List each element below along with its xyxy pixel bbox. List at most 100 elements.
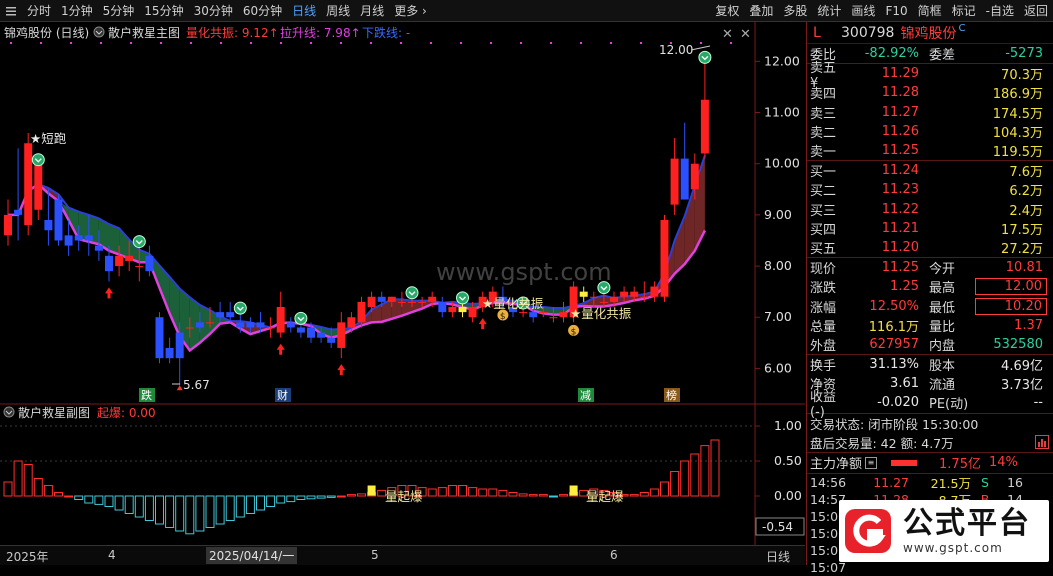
- period-tab-2[interactable]: 5分钟: [98, 0, 140, 22]
- sub-indicator-name[interactable]: 散户救星副图: [18, 405, 90, 420]
- candle-body: [589, 296, 598, 298]
- close-icon[interactable]: ✕: [722, 27, 733, 42]
- period-tab-8[interactable]: 月线: [355, 0, 389, 22]
- sub-bar: [13, 460, 23, 497]
- candle-body: [317, 332, 326, 338]
- period-tab-1[interactable]: 1分钟: [56, 0, 98, 22]
- ref-dot: [730, 42, 732, 44]
- candle-body: [559, 312, 568, 318]
- tool-button-9[interactable]: 返回: [1019, 0, 1053, 22]
- ref-dot: [220, 42, 222, 44]
- quote-row: 买二 11.23 6.2万: [807, 180, 1053, 199]
- buy-arrow-icon: [478, 318, 487, 330]
- burst-value: 起爆: 0.00: [97, 406, 156, 420]
- period-tab-6[interactable]: 日线: [287, 0, 321, 22]
- tool-button-4[interactable]: 画线: [846, 0, 880, 22]
- quote-value: 11.28: [881, 85, 919, 101]
- event-tag-label: 跌: [141, 388, 152, 402]
- site-logo: 公式平台 www.gspt.com: [839, 500, 1049, 562]
- candle-body: [347, 317, 356, 328]
- watermark: www.gspt.com: [436, 258, 612, 286]
- quote-label: 涨跌: [810, 281, 837, 297]
- collapse-icon[interactable]: [93, 26, 105, 38]
- price-tick-label: 9.00: [764, 207, 792, 222]
- quote-value: -5273: [1005, 46, 1043, 62]
- chart-mini-icon[interactable]: [1035, 434, 1049, 449]
- candle-body: [387, 296, 396, 302]
- ref-dot: [460, 42, 462, 44]
- ref-dot: [430, 42, 432, 44]
- quote-value: 17.5万: [1001, 222, 1043, 238]
- tool-button-2[interactable]: 多股: [778, 0, 812, 22]
- sub-bar: [488, 488, 498, 497]
- sub-bar: [64, 495, 74, 498]
- trade-status: 交易状态: 闭市阶段 15:30:00: [810, 416, 979, 432]
- sub-bar: [124, 495, 134, 514]
- signal-circle-icon: [294, 311, 308, 325]
- candle-body: [135, 266, 144, 268]
- sub-bar: [559, 494, 568, 497]
- signal-circle-icon: [233, 301, 247, 315]
- quote-label: 买五: [810, 241, 837, 257]
- sub-bar: [23, 464, 33, 497]
- quote-value: 3.61: [890, 376, 919, 392]
- sub-bar: [700, 445, 710, 497]
- sub-bar: [155, 495, 164, 525]
- candle-body: [256, 322, 265, 328]
- period-tab-0[interactable]: 分时: [22, 0, 56, 22]
- quote-value: 1.25: [890, 279, 919, 295]
- period-tab-3[interactable]: 15分钟: [139, 0, 188, 22]
- tool-button-7[interactable]: 标记: [947, 0, 981, 22]
- tool-button-5[interactable]: F10: [880, 0, 912, 22]
- main-indicator-name[interactable]: 散户救星主图: [108, 25, 180, 40]
- candle-body: [620, 291, 629, 297]
- candle-body: [216, 312, 225, 318]
- burst-annotation-1: 量起爆: [385, 489, 423, 504]
- tool-button-6[interactable]: 简框: [913, 0, 947, 22]
- period-label[interactable]: 日线: [766, 548, 790, 565]
- candle-body: [24, 143, 33, 226]
- sub-tick-label: 1.00: [774, 418, 802, 433]
- sub-bar: [245, 495, 255, 514]
- event-tag-label: 榜: [666, 388, 677, 402]
- main-flow-value: 1.75亿: [939, 457, 981, 473]
- candle-body: [145, 255, 154, 272]
- tool-button-3[interactable]: 统计: [812, 0, 846, 22]
- candle-body: [226, 312, 235, 318]
- kline-chart[interactable]: 锦鸡股份 (日线) 散户救星主图 量化共振: 9.12↑ 拉升线: 7.98↑ …: [0, 22, 805, 545]
- candle-body: [286, 322, 295, 328]
- min-price-label: 5.67: [183, 378, 210, 392]
- period-tab-7[interactable]: 周线: [321, 0, 355, 22]
- tool-button-8[interactable]: -自选: [981, 0, 1019, 22]
- stock-type-badge: C: [958, 23, 966, 34]
- candle-body: [428, 296, 437, 302]
- ref-dot: [640, 42, 642, 44]
- tool-button-0[interactable]: 复权: [710, 0, 744, 22]
- close-icon[interactable]: ✕: [740, 27, 751, 42]
- ref-dot: [610, 42, 612, 44]
- period-tab-4[interactable]: 30分钟: [189, 0, 238, 22]
- candle-body: [458, 307, 467, 313]
- candle-body: [4, 214, 12, 236]
- period-tab-5[interactable]: 60分钟: [238, 0, 287, 22]
- tool-button-1[interactable]: 叠加: [744, 0, 778, 22]
- quote-label: 买四: [810, 222, 837, 238]
- sub-bar: [3, 481, 13, 497]
- quote-value: -0.020: [877, 395, 919, 411]
- signal-circle-icon: [31, 153, 45, 167]
- quote-label: 卖三: [810, 106, 837, 122]
- ribbon-layer: [8, 155, 707, 353]
- lift-line-value: 拉升线: 7.98↑: [280, 25, 361, 40]
- menu-icon[interactable]: [0, 5, 22, 17]
- sub-collapse-icon[interactable]: [3, 406, 15, 418]
- signal-markers: $$: [31, 50, 712, 391]
- quote-value: 10.20: [975, 297, 1047, 315]
- quote-row: 买一 11.24 7.6万: [807, 161, 1053, 180]
- list-icon[interactable]: ≡: [865, 456, 878, 469]
- quote-label: 买一: [810, 165, 837, 181]
- quote-header: L 300798 锦鸡股份 C: [807, 22, 1053, 44]
- resonance-annotation-2: ★量化共振: [570, 306, 632, 321]
- period-tab-9[interactable]: 更多 ›: [389, 0, 432, 22]
- chart-area[interactable]: 锦鸡股份 (日线) 散户救星主图 量化共振: 9.12↑ 拉升线: 7.98↑ …: [0, 22, 805, 545]
- candle-body: [14, 209, 23, 215]
